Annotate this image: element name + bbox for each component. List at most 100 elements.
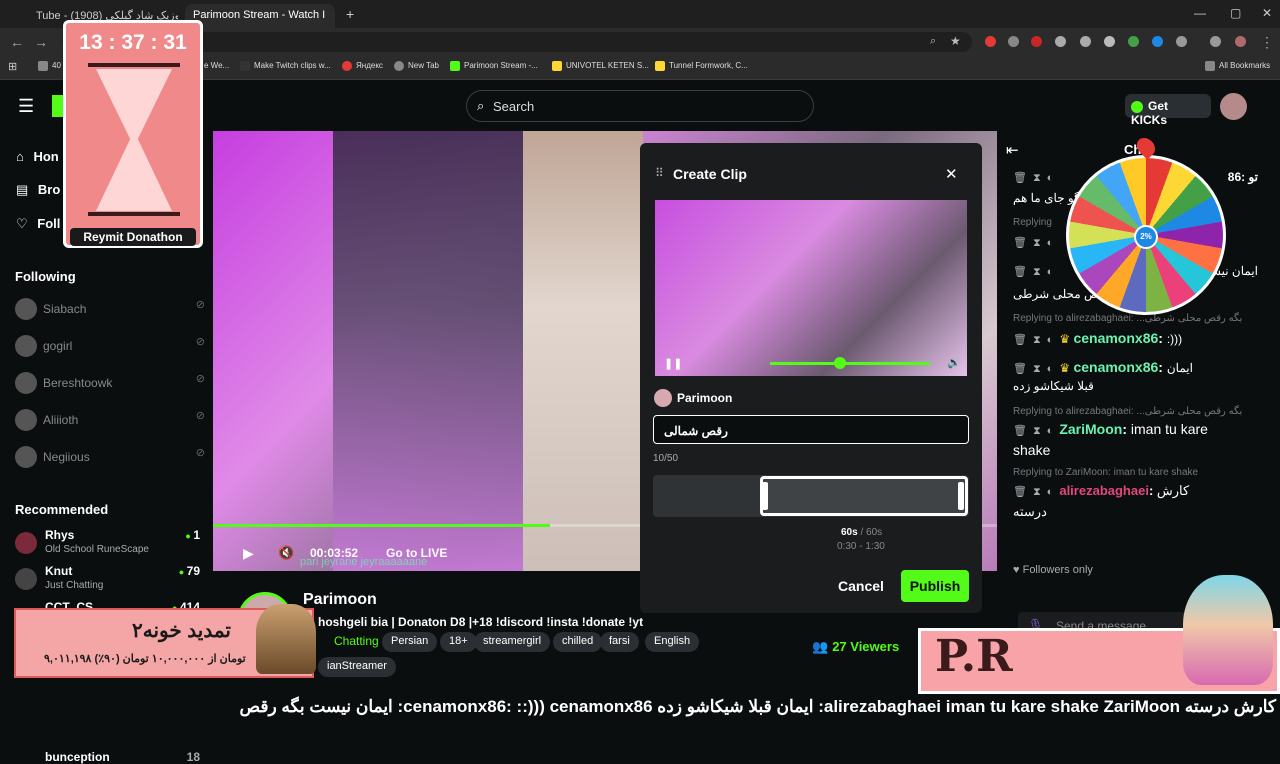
mute-icon[interactable]: 🔇 <box>278 545 294 561</box>
play-icon[interactable]: ▶ <box>243 545 254 562</box>
all-bookmarks[interactable]: All Bookmarks <box>1205 61 1270 71</box>
video-progress-fill <box>213 524 551 527</box>
stream-tag[interactable]: English <box>645 632 700 652</box>
following-item[interactable]: Siabach ⊘ <box>15 298 205 335</box>
avatar <box>15 298 37 320</box>
chat-message[interactable]: 🗑⧗◐♛ cenamonx86: :))) <box>1013 330 1258 359</box>
profile-avatar[interactable] <box>1235 36 1246 47</box>
stream-tag[interactable]: chilled <box>553 632 603 652</box>
user-icon: 👥 <box>812 639 829 654</box>
bookmark-item[interactable]: New Tab <box>394 61 439 71</box>
extension-icon[interactable] <box>1080 36 1091 47</box>
extension-icon[interactable] <box>1104 36 1115 47</box>
search-input[interactable]: ⌕ Search <box>466 90 814 122</box>
clip-preview[interactable] <box>655 200 967 376</box>
timer-label: Reymit Donathon <box>70 228 196 246</box>
chat-reply-indicator: Replying to alirezabaghaei: ...بگه رقص م… <box>1013 406 1243 417</box>
recommended-item[interactable]: Knut Just Chatting ● 79 <box>15 564 200 600</box>
chat-message[interactable]: 🗑⧗◐♛ cenamonx86: ایمان <box>1013 359 1258 379</box>
clip-title-input[interactable]: رقص شمالی <box>653 415 969 444</box>
following-item[interactable]: Bereshtoowk ⊘ <box>15 372 205 409</box>
extension-icon[interactable] <box>1128 36 1139 47</box>
new-tab-button[interactable]: + <box>346 6 354 22</box>
close-modal-icon[interactable]: ✕ <box>945 165 958 183</box>
bookmark-item[interactable]: Tunnel Formwork, C... <box>655 61 748 71</box>
stream-badge: ianStreamer <box>318 657 396 677</box>
bookmark-item[interactable]: Parimoon Stream -... <box>450 61 538 71</box>
menu-icon[interactable] <box>1210 36 1221 47</box>
stream-category[interactable]: Chatting <box>334 634 379 648</box>
forward-icon[interactable]: → <box>34 34 48 50</box>
mod-actions-icon[interactable]: 🗑⧗◐ <box>1013 172 1059 184</box>
minimize-icon[interactable]: — <box>1194 6 1206 20</box>
mod-actions-icon[interactable]: 🗑⧗◐ <box>1013 334 1059 346</box>
chat-message[interactable]: 🗑⧗◐ZariMoon: iman tu kare <box>1013 421 1258 442</box>
bookmark-item[interactable]: e We... <box>204 61 229 70</box>
close-icon[interactable]: ✕ <box>1262 6 1272 20</box>
extension-icon[interactable] <box>1055 36 1066 47</box>
user-avatar[interactable] <box>1220 93 1247 120</box>
following-item[interactable]: Aliiioth ⊘ <box>15 409 205 446</box>
tab-label: Parimoon Stream - Watch I <box>193 9 326 21</box>
bookmark-item[interactable]: 40 <box>38 61 61 71</box>
mod-actions-icon[interactable]: 🗑⧗◐ <box>1013 363 1059 375</box>
avatar <box>15 446 37 468</box>
donation-progress-text: ۹,۰۱۱,۱۹۸ تومان از ۱۰,۰۰۰,۰۰۰ تومان (۹۰٪… <box>44 653 246 665</box>
cancel-button[interactable]: Cancel <box>828 570 894 602</box>
chat-message[interactable]: 🗑⧗◐alirezabaghaei: کارش <box>1013 483 1258 504</box>
video-background-shelf <box>333 131 538 571</box>
puzzle-icon[interactable] <box>1176 36 1187 47</box>
hamburger-menu-icon[interactable]: ☰ <box>18 96 34 117</box>
stream-tag[interactable]: farsi <box>600 632 639 652</box>
extension-icon[interactable] <box>1031 36 1042 47</box>
kicks-icon <box>1131 100 1143 113</box>
extension-icon[interactable] <box>1008 36 1019 47</box>
stream-tag[interactable]: Persian <box>382 632 438 652</box>
following-item[interactable]: gogirl ⊘ <box>15 335 205 372</box>
kebab-menu-icon[interactable]: ⋮ <box>1260 34 1274 51</box>
back-icon[interactable]: ← <box>10 34 24 50</box>
range-handle-end[interactable] <box>958 482 964 510</box>
bookmark-item[interactable]: Яндекс <box>342 61 383 71</box>
followers-only-notice: ♥ Followers only <box>1013 564 1093 576</box>
browser-tab-active[interactable]: Parimoon Stream - Watch I <box>185 4 335 28</box>
drag-handle-icon[interactable]: ⠿ <box>655 166 664 180</box>
bookmark-item[interactable]: UNIVOTEL KETEN S... <box>552 61 649 71</box>
clip-preview-scrubber[interactable] <box>834 357 846 369</box>
heart-icon: ♥ <box>1013 564 1023 576</box>
ticker-text: کارش درسته alirezabaghaei iman tu kare s… <box>239 697 1276 716</box>
avatar-character <box>1183 575 1273 685</box>
clip-range-selection[interactable] <box>760 476 968 516</box>
pause-icon[interactable]: ❚❚ <box>664 357 682 370</box>
collapse-chat-icon[interactable]: ⇤ <box>1006 141 1019 159</box>
stream-tag[interactable]: streamergirl <box>474 632 551 652</box>
bookmark-star-icon[interactable]: ★ <box>950 34 961 48</box>
maximize-icon[interactable]: ▢ <box>1230 6 1241 20</box>
mod-actions-icon[interactable]: 🗑⧗◐ <box>1013 237 1059 249</box>
mod-actions-icon[interactable]: 🗑⧗◐ <box>1013 425 1059 437</box>
clip-preview-progress[interactable] <box>770 362 930 365</box>
stream-tag[interactable]: 18+ <box>440 632 477 652</box>
hourglass-icon <box>96 139 172 211</box>
following-item[interactable]: Negiious ⊘ <box>15 446 205 483</box>
recommended-item[interactable]: Rhys Old School RuneScape ● 1 <box>15 528 200 564</box>
extension-icon[interactable] <box>1152 36 1163 47</box>
range-handle-start[interactable] <box>762 482 768 510</box>
sidebar-item-home[interactable]: ⌂ Hon <box>16 149 59 164</box>
following-heading: Following <box>15 269 76 284</box>
get-kicks-button[interactable]: Get KICKs <box>1125 94 1211 127</box>
bookmark-item[interactable]: Make Twitch clips w... <box>240 61 331 71</box>
kick-icon <box>450 61 460 71</box>
folder-icon <box>1205 61 1215 71</box>
publish-button[interactable]: Publish <box>901 570 969 602</box>
channel-name[interactable]: Parimoon <box>303 591 377 609</box>
mod-actions-icon[interactable]: 🗑⧗◐ <box>1013 266 1059 278</box>
apps-icon[interactable]: ⊞ <box>8 60 17 73</box>
zoom-icon[interactable]: ⌕ <box>930 35 936 48</box>
sidebar-item-browse[interactable]: ▤ Bro <box>16 182 60 198</box>
mod-actions-icon[interactable]: 🗑⧗◐ <box>1013 486 1059 498</box>
extension-icon[interactable] <box>985 36 996 47</box>
sidebar-item-following[interactable]: ♡ Foll <box>16 216 60 232</box>
volume-icon[interactable]: 🔊 <box>947 356 961 369</box>
viewer-count: ● 79 <box>178 564 200 578</box>
